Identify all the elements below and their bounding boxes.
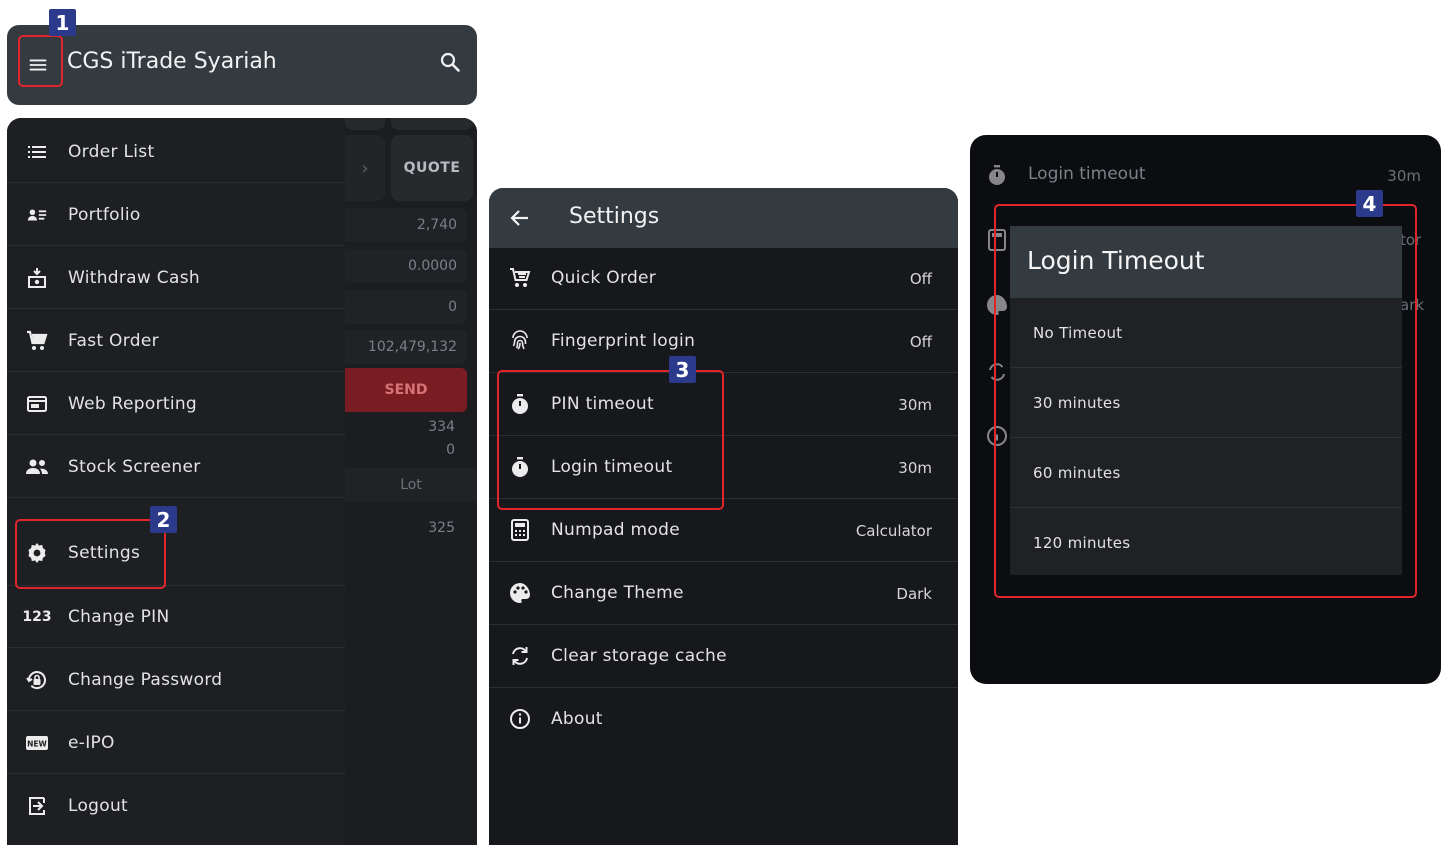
settings-row-label: Change Theme [551, 583, 684, 603]
svg-text:NEW: NEW [27, 740, 47, 749]
back-arrow-icon[interactable] [507, 205, 533, 231]
bg-number: 334 [428, 419, 455, 435]
drawer-item-label: Logout [68, 796, 129, 816]
chevron-right-icon: › [345, 135, 385, 201]
drawer-item-change-password[interactable]: Change Password [7, 649, 345, 711]
withdraw-cash-icon [24, 265, 50, 291]
drawer-item-fast-order[interactable]: Fast Order [7, 310, 345, 372]
drawer-item-label: Change PIN [68, 607, 170, 627]
settings-row-value: Off [909, 333, 932, 351]
navigation-drawer-screen: › QUOTE 2,740 0.0000 0 102,479,132 SEND … [7, 118, 477, 845]
search-icon[interactable] [437, 49, 463, 75]
callout-highlight-dialog [994, 204, 1417, 598]
portfolio-icon [24, 202, 50, 228]
app-bar: CGS iTrade Syariah [7, 25, 477, 105]
drawer-item-logout[interactable]: Logout [7, 775, 345, 837]
callout-highlight-menu [18, 35, 63, 87]
settings-row-change-theme[interactable]: Change Theme Dark [489, 562, 958, 625]
palette-icon [507, 580, 533, 606]
settings-row-label: Quick Order [551, 268, 657, 288]
settings-row-value: Dark [896, 585, 932, 603]
settings-row-label: Clear storage cache [551, 646, 727, 666]
bg-row-value: 30m [1387, 167, 1421, 185]
people-icon [24, 454, 50, 480]
drawer-item-label: Change Password [68, 670, 223, 690]
settings-row-value: Off [909, 270, 932, 288]
timer-icon [984, 162, 1010, 188]
callout-highlight-timeouts [497, 370, 724, 510]
drawer-item-label: Order List [68, 142, 155, 162]
web-reporting-icon [24, 391, 50, 417]
price-field: 2,740 [345, 208, 467, 242]
drawer-item-label: Web Reporting [68, 394, 198, 414]
quote-button: QUOTE [391, 135, 473, 201]
drawer-item-label: Portfolio [68, 205, 141, 225]
app-title: CGS iTrade Syariah [67, 49, 277, 74]
fingerprint-icon [507, 328, 533, 354]
pin-123-icon: 123 [22, 609, 52, 625]
amount-field: 102,479,132 [345, 330, 467, 364]
lot-header: Lot [345, 468, 477, 502]
settings-row-label: Fingerprint login [551, 331, 696, 351]
password-lock-icon [24, 667, 50, 693]
callout-badge-1: 1 [49, 9, 76, 36]
bg-number: 0 [446, 442, 455, 458]
drawer-item-label: Stock Screener [68, 457, 201, 477]
background-tab [391, 118, 473, 130]
quantity-field: 0 [345, 290, 467, 324]
settings-screen: Settings Quick Order Off Fingerprint log… [489, 188, 958, 845]
info-icon [507, 706, 533, 732]
callout-badge-3: 3 [669, 356, 696, 383]
settings-row-label: About [551, 709, 603, 729]
drawer-item-web-reporting[interactable]: Web Reporting [7, 373, 345, 435]
settings-row-label: Numpad mode [551, 520, 680, 540]
drawer-item-order-list[interactable]: Order List [7, 121, 345, 183]
drawer-item-label: Fast Order [68, 331, 159, 351]
drawer-item-e-ipo[interactable]: NEW e-IPO [7, 712, 345, 774]
quick-order-cart-icon [507, 265, 533, 291]
refresh-icon [507, 643, 533, 669]
callout-badge-4: 4 [1356, 190, 1383, 217]
calculator-icon [507, 517, 533, 543]
settings-row-value: Calculator [855, 522, 932, 540]
drawer-item-stock-screener[interactable]: Stock Screener [7, 436, 345, 498]
settings-row-value: 30m [898, 396, 932, 414]
bg-row-label: Login timeout [1028, 164, 1146, 184]
new-badge-icon: NEW [24, 730, 50, 756]
settings-app-bar: Settings [489, 188, 958, 248]
drawer-item-portfolio[interactable]: Portfolio [7, 184, 345, 246]
page-title: Settings [569, 204, 660, 229]
settings-row-clear-storage-cache[interactable]: Clear storage cache [489, 625, 958, 688]
cart-icon [24, 328, 50, 354]
list-icon [24, 139, 50, 165]
callout-badge-2: 2 [150, 506, 177, 533]
drawer-item-withdraw-cash[interactable]: Withdraw Cash [7, 247, 345, 309]
send-button: SEND [345, 368, 467, 412]
background-tab [345, 118, 385, 130]
bg-number: 325 [428, 520, 455, 536]
settings-row-fingerprint-login[interactable]: Fingerprint login Off [489, 310, 958, 373]
settings-row-quick-order[interactable]: Quick Order Off [489, 247, 958, 310]
settings-row-about[interactable]: About [489, 688, 958, 751]
callout-highlight-settings [15, 519, 166, 589]
ratio-field: 0.0000 [345, 249, 467, 283]
drawer-item-change-pin[interactable]: 123 Change PIN [7, 586, 345, 648]
drawer-item-label: e-IPO [68, 733, 115, 753]
drawer-item-label: Withdraw Cash [68, 268, 200, 288]
logout-icon [24, 793, 50, 819]
drawer-menu: Order List Portfolio Withdraw Cash Fast … [7, 118, 345, 845]
settings-row-value: 30m [898, 459, 932, 477]
order-form-background: › QUOTE 2,740 0.0000 0 102,479,132 SEND … [345, 118, 477, 845]
